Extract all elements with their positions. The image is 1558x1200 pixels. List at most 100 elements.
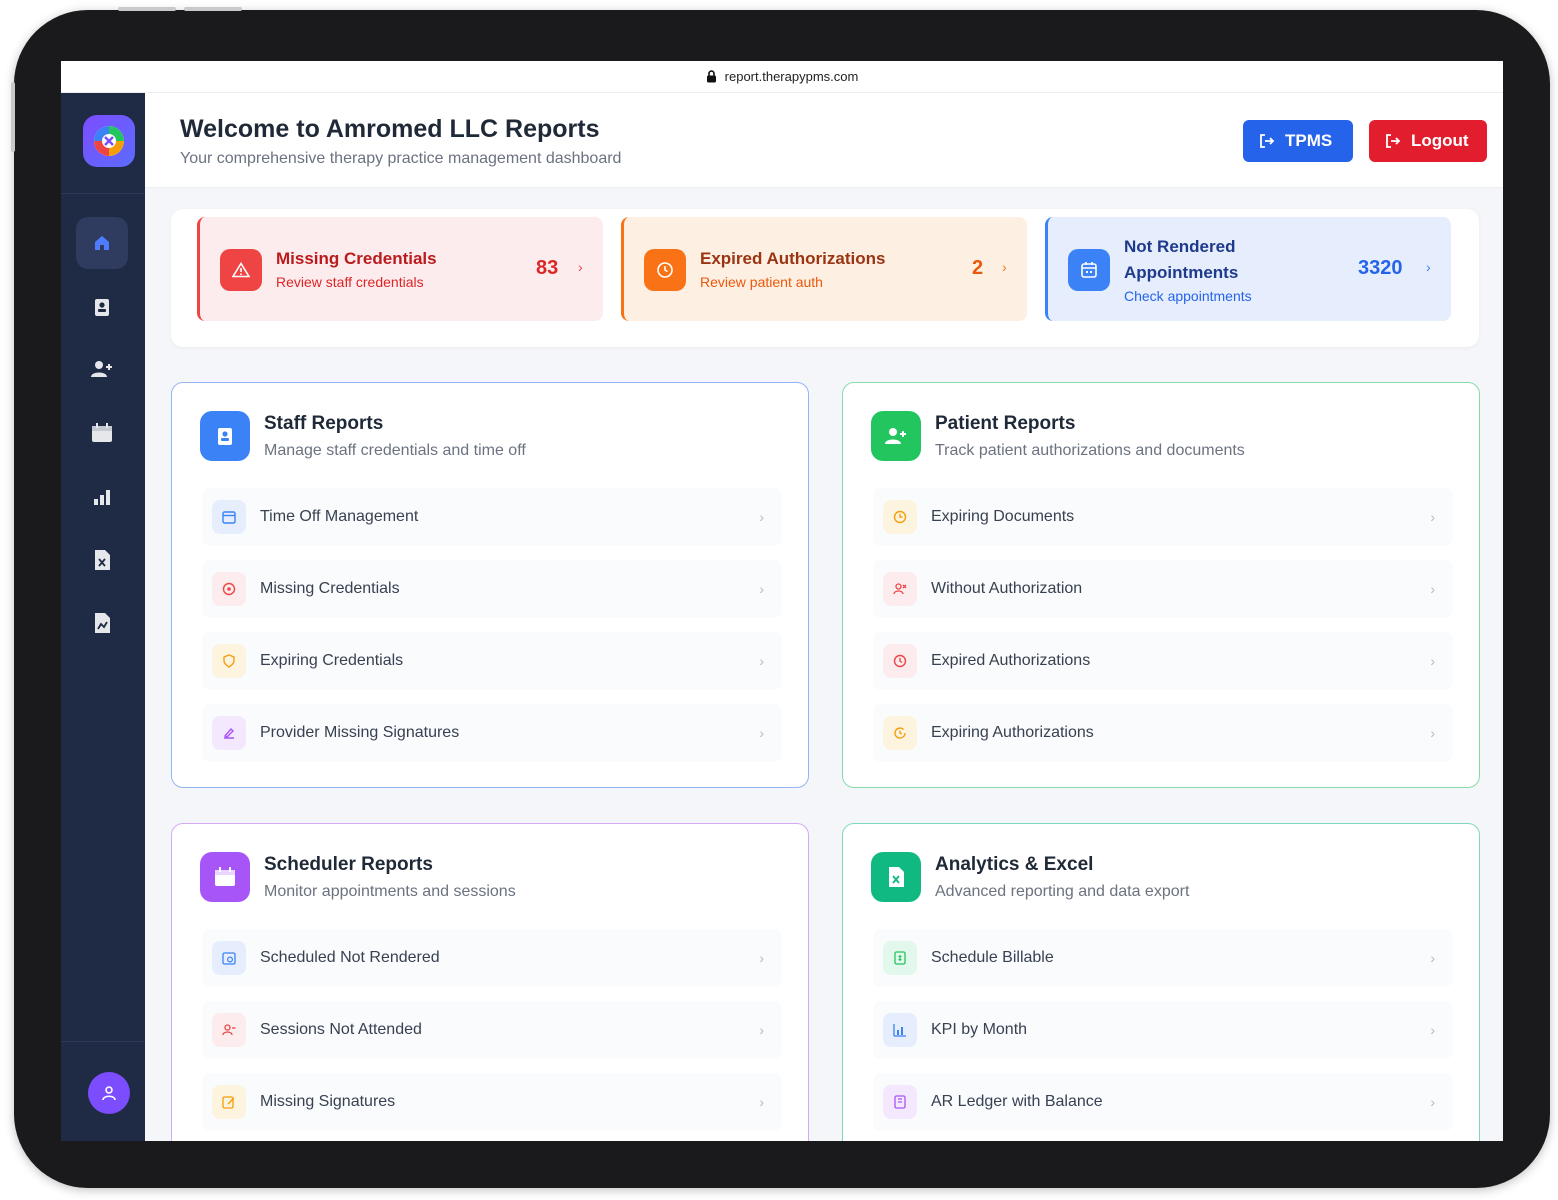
sidebar-item-reports[interactable] [76,597,128,649]
alert-missing-credentials[interactable]: Missing Credentials Review staff credent… [197,217,603,321]
chevron-right-icon: › [1430,581,1435,597]
report-link-time-off[interactable]: Time Off Management › [202,488,782,546]
calendar-icon [92,423,112,442]
tpms-button-label: TPMS [1285,131,1333,150]
sidebar-item-scheduler[interactable] [76,407,128,459]
chevron-right-icon: › [759,653,764,669]
clock-icon [644,249,686,291]
report-link-expired-authorizations[interactable]: Expired Authorizations › [873,632,1453,690]
url-text: report.therapypms.com [724,69,859,84]
card-subtitle: Track patient authorizations and documen… [935,442,1245,459]
patient-reports-card: Patient Reports Track patient authorizat… [842,382,1480,788]
tpms-button[interactable]: TPMS [1243,120,1353,162]
logo-icon [94,126,124,156]
report-link-ar-ledger[interactable]: AR Ledger with Balance › [873,1073,1453,1131]
report-link-label: Expiring Documents [931,508,1075,525]
report-link-schedule-billable[interactable]: Schedule Billable › [873,929,1453,987]
report-link-expiring-authorizations[interactable]: Expiring Authorizations › [873,704,1453,762]
logout-button[interactable]: Logout [1369,120,1487,162]
report-link-missing-credentials[interactable]: Missing Credentials › [202,560,782,618]
sidebar-item-patients[interactable] [76,343,128,395]
report-link-missing-signatures[interactable]: Missing Signatures › [202,1073,782,1131]
excel-file-icon [95,550,110,570]
staff-badge-icon [95,299,109,316]
alert-expired-authorizations[interactable]: Expired Authorizations Review patient au… [621,217,1027,321]
alert-subtitle: Review staff credentials [276,274,424,290]
report-link-label: Without Authorization [931,580,1083,597]
patient-add-icon [91,361,112,377]
scheduler-reports-card: Scheduler Reports Monitor appointments a… [171,823,809,1141]
alert-title-line2: Appointments [1124,263,1239,282]
report-link-label: Expired Authorizations [931,652,1091,669]
calendar-icon [212,500,246,534]
chevron-right-icon: › [1430,1022,1435,1038]
report-link-label: Missing Credentials [260,580,400,597]
power-button [11,82,15,152]
report-link-label: Provider Missing Signatures [260,724,460,741]
chevron-right-icon: › [759,1094,764,1110]
document-clock-icon [883,500,917,534]
sidebar-footer [61,1041,145,1141]
user-avatar[interactable] [88,1072,130,1114]
report-link-scheduled-not-rendered[interactable]: Scheduled Not Rendered › [202,929,782,987]
report-link-label: Sessions Not Attended [260,1021,422,1038]
report-link-expiring-documents[interactable]: Expiring Documents › [873,488,1453,546]
report-link-label: Expiring Authorizations [931,724,1094,741]
alert-subtitle: Review patient auth [700,274,823,290]
report-link-kpi-by-month[interactable]: KPI by Month › [873,1001,1453,1059]
patient-add-icon [871,411,921,461]
sidebar-item-analytics[interactable] [76,471,128,523]
user-x-icon [883,572,917,606]
chevron-right-icon: › [759,725,764,741]
chevron-right-icon: › [1430,1094,1435,1110]
home-icon [95,236,109,250]
bar-chart-icon [94,490,110,505]
chevron-right-icon: › [1430,950,1435,966]
history-icon [883,716,917,750]
app-logo[interactable] [83,115,135,167]
alert-not-rendered[interactable]: Not Rendered Appointments Check appointm… [1045,217,1451,321]
report-link-expiring-credentials[interactable]: Expiring Credentials › [202,632,782,690]
alert-title-line1: Not Rendered [1124,237,1236,256]
card-title: Scheduler Reports [264,854,433,875]
sidebar-item-excel[interactable] [76,534,128,586]
report-link-label: Expiring Credentials [260,652,404,669]
chevron-right-icon: › [1430,509,1435,525]
report-link-without-authorization[interactable]: Without Authorization › [873,560,1453,618]
chevron-right-icon: › [1430,653,1435,669]
page-subtitle: Your comprehensive therapy practice mana… [180,150,622,167]
report-link-label: Time Off Management [260,508,419,525]
report-link-provider-missing-signatures[interactable]: Provider Missing Signatures › [202,704,782,762]
chevron-right-icon: › [1426,259,1431,275]
report-link-label: Missing Signatures [260,1093,396,1110]
card-subtitle: Manage staff credentials and time off [264,442,526,459]
report-link-label: AR Ledger with Balance [931,1093,1103,1110]
ledger-icon [883,1085,917,1119]
analytics-excel-card: Analytics & Excel Advanced reporting and… [842,823,1480,1141]
chevron-right-icon: › [759,581,764,597]
report-link-label: KPI by Month [931,1021,1028,1038]
card-subtitle: Advanced reporting and data export [935,883,1190,900]
chevron-right-icon: › [759,950,764,966]
chevron-right-icon: › [578,259,583,275]
alert-circle-icon [212,572,246,606]
card-title: Patient Reports [935,413,1076,434]
report-link-sessions-not-attended[interactable]: Sessions Not Attended › [202,1001,782,1059]
url-bar[interactable]: report.therapypms.com [61,61,1503,93]
dollar-document-icon [883,941,917,975]
exit-icon [1260,134,1275,148]
sidebar-item-home[interactable] [76,217,128,269]
sidebar-item-staff[interactable] [76,281,128,333]
alert-count: 3320 [1358,257,1403,279]
sidebar [61,93,145,1141]
volume-down-button [184,7,242,11]
calendar-icon [1068,249,1110,291]
staff-reports-card: Staff Reports Manage staff credentials a… [171,382,809,788]
calendar-clock-icon [212,941,246,975]
card-subtitle: Monitor appointments and sessions [264,883,516,900]
clock-icon [883,644,917,678]
alerts-panel: Missing Credentials Review staff credent… [171,209,1479,347]
alert-title: Missing Credentials [276,249,437,268]
page-header: Welcome to Amromed LLC Reports Your comp… [145,93,1503,188]
user-icon [102,1086,116,1101]
